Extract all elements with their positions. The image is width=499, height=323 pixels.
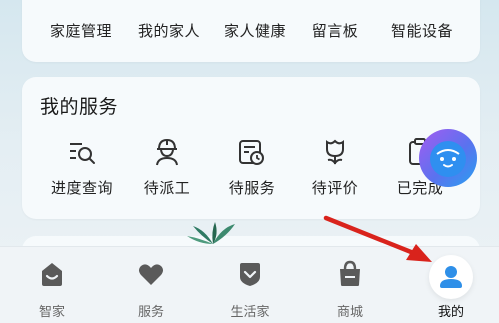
- shield-check-icon: [240, 263, 260, 286]
- flower-icon: [326, 139, 344, 165]
- message-board-item[interactable]: 留言板: [290, 20, 380, 41]
- calendar-clock-icon: [239, 140, 264, 165]
- pending-review-button[interactable]: 待评价: [291, 135, 379, 198]
- pending-service-label: 待服务: [228, 179, 276, 197]
- my-services-card: 我的服务 进度查询 待派工 待服务 待评价 已完成: [22, 77, 480, 219]
- family-quick-entry-card: 家庭管理 我的家人 家人健康 留言板 智能设备: [22, 0, 480, 62]
- pending-service-button[interactable]: 待服务: [208, 135, 296, 198]
- services-title: 我的服务: [40, 96, 119, 118]
- pending-review-label: 待评价: [311, 179, 359, 197]
- red-annotation-arrow-icon: [323, 215, 432, 262]
- nav-mine-label: 我的: [437, 305, 464, 320]
- nav-life[interactable]: 生活家: [210, 259, 290, 320]
- nav-smart-home[interactable]: 智家: [12, 259, 92, 320]
- nav-life-label: 生活家: [230, 305, 270, 320]
- nav-service[interactable]: 服务: [111, 259, 191, 320]
- nav-service-label: 服务: [137, 305, 164, 320]
- worker-icon: [156, 138, 178, 166]
- search-list-icon: [70, 143, 95, 164]
- pending-dispatch-button[interactable]: 待派工: [123, 135, 211, 198]
- my-family-item[interactable]: 我的家人: [124, 20, 214, 41]
- plant-decoration-icon: [187, 222, 235, 244]
- assistant-robot-icon[interactable]: [418, 128, 478, 188]
- progress-query-label: 进度查询: [50, 179, 113, 197]
- progress-query-button[interactable]: 进度查询: [38, 135, 126, 198]
- nav-mall-label: 商城: [336, 305, 363, 320]
- heart-icon: [139, 264, 163, 285]
- smart-devices-item[interactable]: 智能设备: [377, 20, 467, 41]
- family-management-item[interactable]: 家庭管理: [36, 20, 126, 41]
- home-icon: [42, 263, 62, 286]
- family-health-item[interactable]: 家人健康: [210, 20, 300, 41]
- nav-smart-home-label: 智家: [38, 305, 65, 320]
- pending-dispatch-label: 待派工: [143, 179, 191, 197]
